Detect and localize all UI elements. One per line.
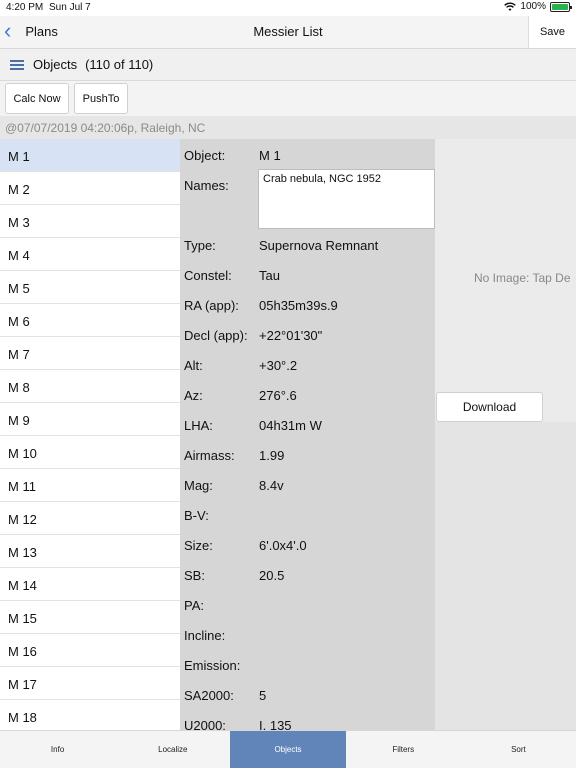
- detail-label: SA2000:: [184, 688, 234, 703]
- object-details: Object: M 1 Names: Crab nebula, NGC 1952…: [180, 139, 435, 730]
- list-item[interactable]: M 15: [0, 601, 180, 634]
- detail-value: +30°.2: [259, 358, 298, 373]
- battery-percent: 100%: [520, 1, 546, 12]
- image-panel: No Image: Tap De Download: [435, 139, 576, 730]
- detail-label: Incline:: [184, 628, 226, 643]
- list-item[interactable]: M 3: [0, 205, 180, 238]
- list-item[interactable]: M 17: [0, 667, 180, 700]
- detail-value: Tau: [259, 268, 280, 283]
- tab-objects[interactable]: Objects: [230, 731, 346, 768]
- save-button[interactable]: Save: [528, 16, 576, 48]
- detail-label: B-V:: [184, 508, 209, 523]
- toolbar: Calc Now PushTo: [0, 81, 576, 116]
- object-image-area[interactable]: No Image: Tap De: [435, 139, 576, 422]
- names-field[interactable]: Crab nebula, NGC 1952: [258, 169, 435, 229]
- tab-bar: Info Localize Objects Filters Sort: [0, 730, 576, 768]
- download-button[interactable]: Download: [436, 392, 543, 422]
- list-item[interactable]: M 9: [0, 403, 180, 436]
- objects-label: Objects: [33, 57, 78, 72]
- datetime-location: @07/07/2019 04:20:06p, Raleigh, NC: [0, 116, 576, 139]
- status-right: 100%: [504, 1, 572, 12]
- detail-value: 20.5: [259, 568, 285, 583]
- detail-value: +22°01'30": [259, 328, 323, 343]
- tab-localize[interactable]: Localize: [115, 731, 230, 768]
- tab-info[interactable]: Info: [0, 731, 115, 768]
- list-item[interactable]: M 7: [0, 337, 180, 370]
- list-item[interactable]: M 11: [0, 469, 180, 502]
- list-item[interactable]: M 6: [0, 304, 180, 337]
- detail-value: 6'.0x4'.0: [259, 538, 307, 553]
- detail-label: Alt:: [184, 358, 203, 373]
- status-bar: 4:20 PM Sun Jul 7 100%: [0, 0, 576, 16]
- list-item[interactable]: M 18: [0, 700, 180, 730]
- wifi-icon: [504, 2, 517, 11]
- objects-count: (110 of 110): [85, 57, 154, 72]
- list-item[interactable]: M 16: [0, 634, 180, 667]
- detail-value: 8.4v: [259, 478, 284, 493]
- detail-value: M 1: [259, 148, 281, 163]
- detail-label: PA:: [184, 598, 204, 613]
- detail-value: 05h35m39s.9: [259, 298, 338, 313]
- calc-now-button[interactable]: Calc Now: [5, 83, 69, 114]
- no-image-text: No Image: Tap De: [474, 271, 571, 285]
- detail-value: I, 135: [259, 718, 292, 730]
- list-item[interactable]: M 12: [0, 502, 180, 535]
- push-to-button[interactable]: PushTo: [74, 83, 128, 114]
- detail-value: 04h31m W: [259, 418, 322, 433]
- nav-bar: ‹ Plans Messier List Save: [0, 16, 576, 49]
- detail-label: Az:: [184, 388, 203, 403]
- list-item[interactable]: M 1: [0, 139, 180, 172]
- page-title: Messier List: [253, 24, 323, 39]
- tab-filters[interactable]: Filters: [346, 731, 461, 768]
- detail-label: RA (app):: [184, 298, 239, 313]
- tab-sort[interactable]: Sort: [461, 731, 576, 768]
- detail-label: U2000:: [184, 718, 226, 730]
- list-item[interactable]: M 8: [0, 370, 180, 403]
- detail-label: Airmass:: [184, 448, 235, 463]
- detail-label: Mag:: [184, 478, 213, 493]
- status-date: Sun Jul 7: [49, 2, 91, 13]
- detail-label: Size:: [184, 538, 213, 553]
- battery-icon: [550, 1, 572, 12]
- detail-label: Object:: [184, 148, 226, 163]
- detail-label: Emission:: [184, 658, 241, 673]
- status-time: 4:20 PM: [6, 2, 44, 13]
- list-item[interactable]: M 14: [0, 568, 180, 601]
- list-item[interactable]: M 4: [0, 238, 180, 271]
- detail-label: Names:: [184, 178, 229, 193]
- detail-value: Supernova Remnant: [259, 238, 379, 253]
- list-item[interactable]: M 10: [0, 436, 180, 469]
- objects-header: Objects (110 of 110): [0, 49, 576, 81]
- detail-label: Type:: [184, 238, 216, 253]
- detail-label: SB:: [184, 568, 205, 583]
- detail-label: Decl (app):: [184, 328, 248, 343]
- detail-value: 1.99: [259, 448, 285, 463]
- list-item[interactable]: M 2: [0, 172, 180, 205]
- detail-value: 276°.6: [259, 388, 297, 403]
- detail-label: Constel:: [184, 268, 232, 283]
- list-item[interactable]: M 13: [0, 535, 180, 568]
- menu-icon[interactable]: [10, 58, 24, 72]
- detail-value: 5: [259, 688, 267, 703]
- list-item[interactable]: M 5: [0, 271, 180, 304]
- object-list[interactable]: M 1 M 2 M 3 M 4 M 5 M 6 M 7 M 8 M 9 M 10…: [0, 139, 180, 730]
- detail-label: LHA:: [184, 418, 213, 433]
